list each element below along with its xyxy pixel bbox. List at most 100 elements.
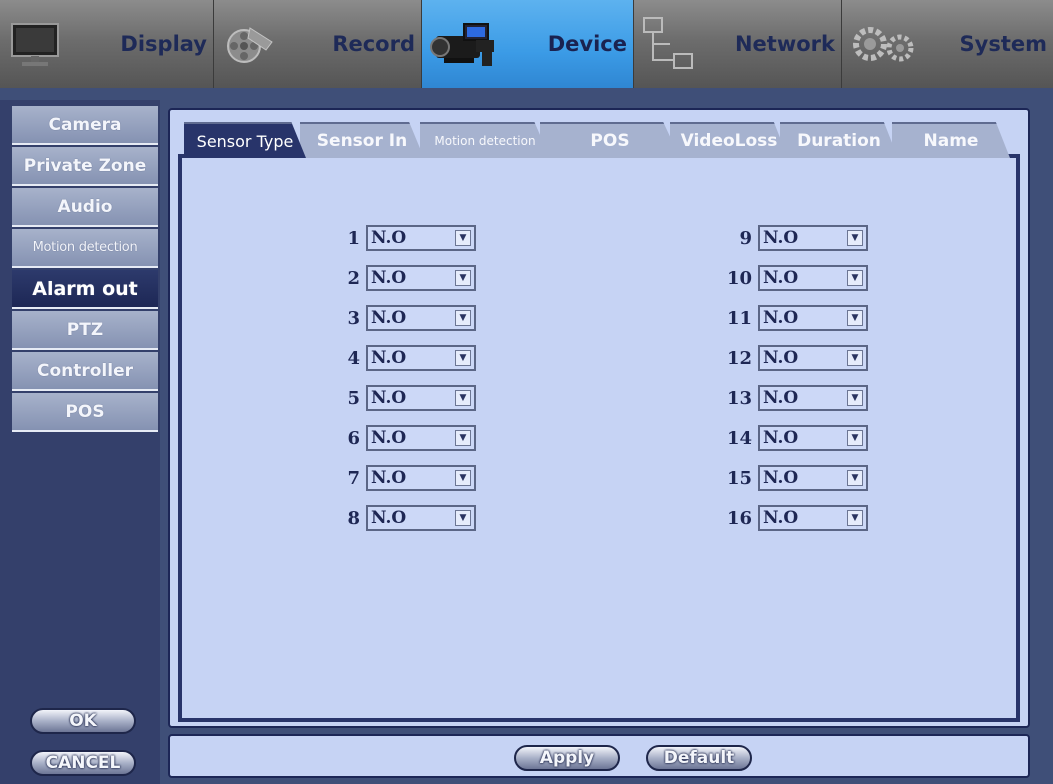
dropdown-arrow-icon[interactable]: ▼ [455,510,471,526]
sidebar-item-label: Motion detection [32,240,138,255]
dropdown-arrow-icon[interactable]: ▼ [847,510,863,526]
select-value: N.O [763,428,799,448]
sidebar-item-label: Camera [48,114,122,135]
tab-motion-detection[interactable]: Motion detection [420,122,550,158]
nav-display[interactable]: Display [0,0,214,88]
sidebar-item-controller[interactable]: Controller [12,352,158,391]
sensor-type-content: 1 N.O ▼ 2 N.O ▼ 3 N.O ▼ 4 N.O ▼ 5 N.O ▼ 6 N.O… [178,154,1020,722]
sensor-type-select[interactable]: N.O ▼ [758,305,868,331]
sensor-type-select[interactable]: N.O ▼ [758,265,868,291]
sensor-type-select[interactable]: N.O ▼ [758,385,868,411]
select-value: N.O [371,508,407,528]
sidebar-item-pos[interactable]: POS [12,393,158,432]
sensor-row: 8 N.O ▼ [326,504,476,532]
dropdown-arrow-icon[interactable]: ▼ [455,310,471,326]
sensor-type-select[interactable]: N.O ▼ [366,425,476,451]
nav-record-label: Record [332,32,415,56]
tab-pos[interactable]: POS [540,122,680,158]
apply-button[interactable]: Apply [514,745,620,771]
nav-network-label: Network [734,32,835,56]
dropdown-arrow-icon[interactable]: ▼ [847,230,863,246]
sidebar-item-camera[interactable]: Camera [12,106,158,145]
dropdown-arrow-icon[interactable]: ▼ [455,470,471,486]
dropdown-arrow-icon[interactable]: ▼ [847,470,863,486]
dropdown-arrow-icon[interactable]: ▼ [455,390,471,406]
select-value: N.O [763,508,799,528]
nav-system[interactable]: System [842,0,1053,88]
action-bar: Apply Default [168,734,1030,778]
sensor-type-select[interactable]: N.O ▼ [758,465,868,491]
tab-sensor-in[interactable]: Sensor In [300,122,424,158]
sensor-type-select[interactable]: N.O ▼ [366,465,476,491]
sensor-type-select[interactable]: N.O ▼ [758,505,868,531]
sidebar-item-label: PTZ [66,319,104,340]
nav-device-label: Device [547,32,627,56]
sensor-number: 3 [347,307,360,329]
sensor-row: 7 N.O ▼ [326,464,476,492]
ok-button[interactable]: OK [30,708,136,734]
sensor-type-select[interactable]: N.O ▼ [366,225,476,251]
sensor-type-select[interactable]: N.O ▼ [758,225,868,251]
sensor-row: 14 N.O ▼ [718,424,868,452]
nav-device[interactable]: Device [422,0,634,88]
nav-network[interactable]: Network [634,0,842,88]
sensor-row: 4 N.O ▼ [326,344,476,372]
sidebar-item-ptz[interactable]: PTZ [12,311,158,350]
sidebar-item-label: Audio [57,196,113,217]
dropdown-arrow-icon[interactable]: ▼ [455,230,471,246]
nav-record[interactable]: Record [214,0,422,88]
tab-videoloss[interactable]: VideoLoss [670,122,788,158]
tab-bar: Sensor Type Sensor In Motion detection P… [184,122,1014,158]
sensor-number: 13 [726,387,752,409]
select-value: N.O [371,468,407,488]
sidebar: Camera Private Zone Audio Motion detecti… [0,100,160,784]
sensor-row: 9 N.O ▼ [718,224,868,252]
select-value: N.O [763,388,799,408]
sensor-number: 6 [347,427,360,449]
sensor-number: 8 [347,507,360,529]
default-button[interactable]: Default [646,745,752,771]
sensor-row: 15 N.O ▼ [718,464,868,492]
sensor-type-select[interactable]: N.O ▼ [366,305,476,331]
film-reel-icon [220,14,280,74]
sensor-number: 1 [347,227,360,249]
select-value: N.O [371,428,407,448]
sidebar-item-label: Alarm out [32,277,138,300]
dropdown-arrow-icon[interactable]: ▼ [847,430,863,446]
sidebar-item-label: Controller [36,360,133,381]
sensor-row: 13 N.O ▼ [718,384,868,412]
sensor-type-select[interactable]: N.O ▼ [366,345,476,371]
sensor-type-select[interactable]: N.O ▼ [758,345,868,371]
dropdown-arrow-icon[interactable]: ▼ [847,390,863,406]
tab-sensor-type[interactable]: Sensor Type [184,122,306,158]
sidebar-item-private-zone[interactable]: Private Zone [12,147,158,186]
sidebar-item-motion-detection[interactable]: Motion detection [12,229,158,268]
sensor-number: 7 [347,467,360,489]
nav-system-label: System [959,32,1047,56]
sensor-number: 14 [726,427,752,449]
gears-icon [848,14,918,74]
sensor-type-select[interactable]: N.O ▼ [366,385,476,411]
sensor-type-select[interactable]: N.O ▼ [758,425,868,451]
cancel-button[interactable]: CANCEL [30,750,136,776]
sensor-row: 1 N.O ▼ [326,224,476,252]
sensor-number: 4 [347,347,360,369]
sensor-row: 11 N.O ▼ [718,304,868,332]
sensor-type-select[interactable]: N.O ▼ [366,505,476,531]
dropdown-arrow-icon[interactable]: ▼ [455,350,471,366]
select-value: N.O [763,268,799,288]
select-value: N.O [763,308,799,328]
tab-duration[interactable]: Duration [780,122,898,158]
sidebar-item-audio[interactable]: Audio [12,188,158,227]
select-value: N.O [763,468,799,488]
sensor-number: 2 [347,267,360,289]
dropdown-arrow-icon[interactable]: ▼ [847,350,863,366]
sensor-row: 2 N.O ▼ [326,264,476,292]
dropdown-arrow-icon[interactable]: ▼ [455,270,471,286]
dropdown-arrow-icon[interactable]: ▼ [847,270,863,286]
sensor-type-select[interactable]: N.O ▼ [366,265,476,291]
dropdown-arrow-icon[interactable]: ▼ [455,430,471,446]
tab-name[interactable]: Name [892,122,1010,158]
sidebar-item-alarm-out[interactable]: Alarm out [12,270,158,309]
dropdown-arrow-icon[interactable]: ▼ [847,310,863,326]
